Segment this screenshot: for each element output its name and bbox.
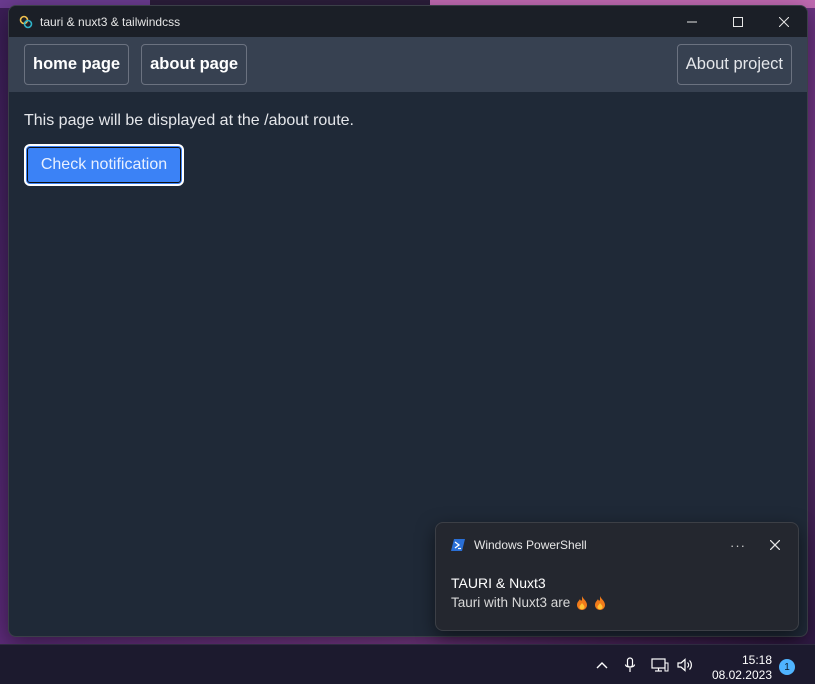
notification-center-badge[interactable]: 1 — [779, 659, 795, 675]
page-description: This page will be displayed at the /abou… — [24, 112, 354, 129]
microphone-button[interactable] — [621, 657, 639, 673]
microphone-icon — [624, 657, 636, 672]
toast-app-name: Windows PowerShell — [474, 538, 587, 552]
minimize-icon — [687, 21, 697, 22]
tauri-logo-icon — [19, 15, 33, 28]
window-controls — [669, 6, 807, 37]
about-page-link[interactable]: about page — [141, 44, 248, 85]
fire-icon — [577, 595, 588, 610]
network-button[interactable] — [651, 657, 669, 673]
notification-toast[interactable]: Windows PowerShell ··· TAURI & Nuxt3 Tau… — [435, 522, 799, 631]
taskbar: 15:18 08.02.2023 1 — [0, 644, 815, 684]
toast-message: Tauri with Nuxt3 are — [451, 595, 783, 610]
home-page-link[interactable]: home page — [24, 44, 130, 85]
chevron-up-icon — [596, 662, 608, 669]
clock-date: 08.02.2023 — [711, 668, 772, 682]
close-icon — [770, 540, 780, 550]
toast-message-text: Tauri with Nuxt3 are — [451, 595, 571, 610]
more-options-button[interactable]: ··· — [727, 538, 749, 553]
show-hidden-icons-button[interactable] — [593, 657, 611, 673]
maximize-icon — [733, 16, 743, 27]
toast-title: TAURI & Nuxt3 — [451, 575, 546, 591]
about-project-link[interactable]: About project — [676, 44, 792, 85]
navbar: home page about page About project — [9, 37, 807, 92]
powershell-icon — [451, 539, 465, 551]
check-notification-button[interactable]: Check notification — [24, 144, 184, 186]
volume-button[interactable] — [676, 657, 694, 673]
fire-icon — [595, 595, 606, 610]
clock[interactable]: 15:18 08.02.2023 — [706, 653, 772, 683]
maximize-button[interactable] — [715, 6, 761, 37]
minimize-button[interactable] — [669, 6, 715, 37]
toast-body: TAURI & Nuxt3 Tauri with Nuxt3 are — [436, 567, 798, 610]
toast-header: Windows PowerShell ··· — [436, 523, 798, 567]
clock-time: 15:18 — [741, 653, 772, 667]
page-content: This page will be displayed at the /abou… — [9, 92, 807, 206]
network-icon — [651, 658, 669, 672]
toast-close-button[interactable] — [767, 540, 783, 550]
title-bar[interactable]: tauri & nuxt3 & tailwindcss — [9, 6, 807, 37]
close-icon — [779, 16, 789, 27]
close-button[interactable] — [761, 6, 807, 37]
speaker-icon — [677, 658, 692, 672]
window-title: tauri & nuxt3 & tailwindcss — [40, 14, 181, 29]
